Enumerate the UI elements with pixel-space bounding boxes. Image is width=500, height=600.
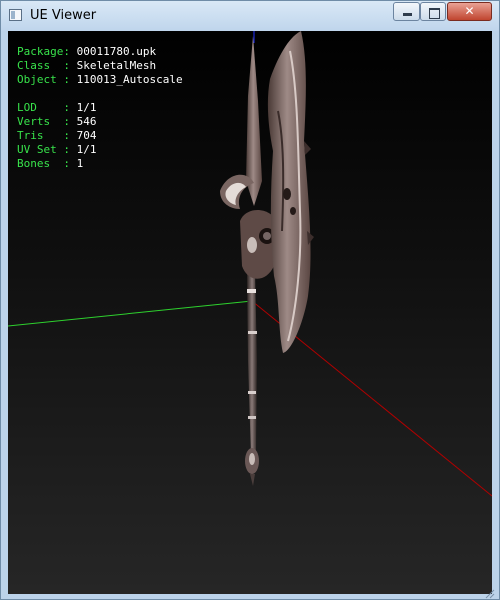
mesh-info-overlay: Package: 00011780.upk Class : SkeletalMe…	[17, 45, 183, 171]
app-window: UE Viewer ✕ Package: 00011780.upk Class …	[0, 0, 500, 600]
skeletal-mesh-model	[220, 31, 314, 486]
close-button[interactable]: ✕	[447, 2, 492, 21]
info-class: Class : SkeletalMesh	[17, 59, 157, 72]
window-title: UE Viewer	[30, 8, 97, 23]
info-object: Object : 110013_Autoscale	[17, 73, 183, 86]
maximize-button[interactable]	[420, 2, 446, 21]
close-icon: ✕	[464, 4, 475, 18]
info-bones: Bones : 1	[17, 157, 84, 170]
minimize-button[interactable]	[393, 2, 420, 21]
3d-viewport[interactable]: Package: 00011780.upk Class : SkeletalMe…	[8, 31, 492, 594]
resize-grip-icon[interactable]	[485, 589, 495, 599]
app-icon[interactable]	[9, 9, 22, 21]
axis-y-line	[8, 300, 253, 327]
info-verts: Verts : 546	[17, 115, 97, 128]
info-package: Package: 00011780.upk	[17, 45, 157, 58]
info-uvset: UV Set : 1/1	[17, 143, 97, 156]
title-bar[interactable]: UE Viewer ✕	[1, 1, 499, 31]
info-tris: Tris : 704	[17, 129, 97, 142]
info-lod: LOD : 1/1	[17, 101, 97, 114]
